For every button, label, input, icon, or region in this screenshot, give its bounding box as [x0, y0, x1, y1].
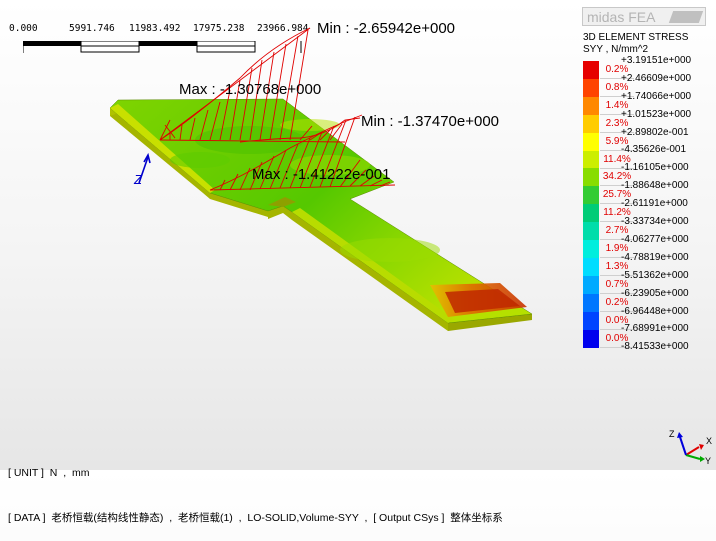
triad-z-label: Z [669, 429, 675, 439]
annotation-max-2: Max : -1.41222e-001 [252, 166, 391, 183]
triad-x-label: X [706, 436, 712, 446]
annotation-min-2: Min : -1.37470e+000 [361, 113, 500, 130]
axis-z-label: Z [134, 172, 142, 187]
annotation-max-1: Max : -1.30768e+000 [179, 81, 322, 98]
triad-y-label: Y [705, 456, 711, 465]
deck-stress-blotch [170, 152, 230, 168]
result-info: [ UNIT ] N , mm [ DATA ] 老桥恒载(结构线性静态) , … [8, 436, 503, 541]
coordinate-triad: Z X Y [669, 429, 712, 465]
unit-line: [ UNIT ] N , mm [8, 467, 90, 479]
annotation-min-1: Min : -2.65942e+000 [317, 20, 456, 37]
data-line: [ DATA ] 老桥恒载(结构线性静态) , 老桥恒载(1) , LO-SOL… [8, 512, 503, 524]
deck-stress-blotch [340, 238, 440, 262]
model-viewport[interactable] [0, 0, 716, 470]
